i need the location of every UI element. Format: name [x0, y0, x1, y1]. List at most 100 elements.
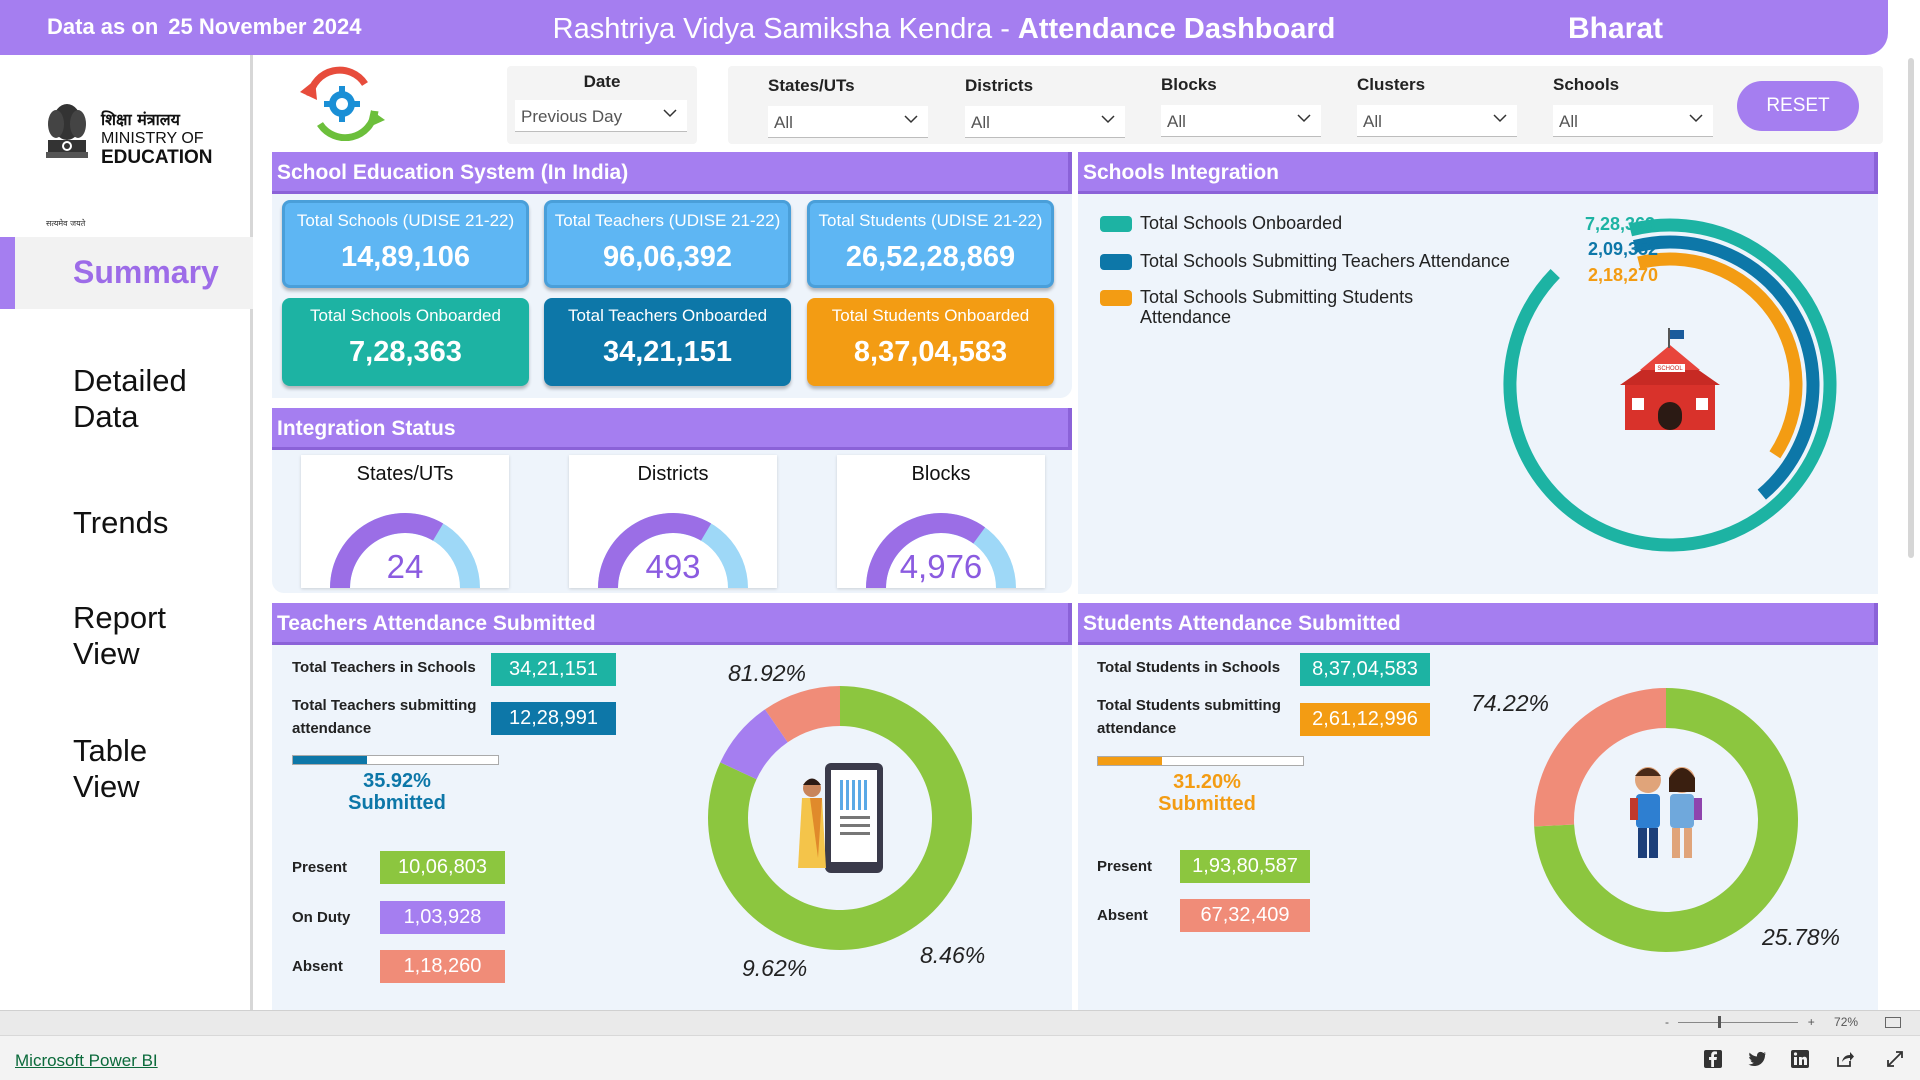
- legend-label: Total Schools Submitting Teachers Attend…: [1140, 251, 1510, 271]
- expand-icon[interactable]: [1885, 1049, 1905, 1069]
- nav-detailed-data[interactable]: Detailed Data: [73, 363, 187, 435]
- chevron-down-icon: [1689, 114, 1703, 123]
- kpi-label: Total Schools (UDISE 21-22): [296, 211, 515, 230]
- nav-report-label-1: Report: [73, 600, 167, 635]
- zoom-out-button[interactable]: -: [1665, 1015, 1669, 1029]
- gauge-districts: Districts 493: [569, 455, 777, 588]
- states-dropdown[interactable]: All: [768, 106, 928, 138]
- emblem-icon: [46, 104, 88, 158]
- gauge-blocks: Blocks 4,976: [837, 455, 1045, 588]
- students-progress-bar: [1097, 756, 1304, 766]
- districts-filter: Districts All: [965, 76, 1125, 138]
- nav-table-view[interactable]: Table View: [73, 733, 147, 805]
- linkedin-icon[interactable]: [1790, 1049, 1810, 1069]
- date-dropdown[interactable]: Previous Day: [515, 100, 687, 132]
- teachers-absent-label: Absent: [292, 958, 343, 975]
- nav-report-view[interactable]: Report View: [73, 600, 166, 672]
- blocks-dropdown[interactable]: All: [1161, 105, 1321, 137]
- kpi-label: Total Students Onboarded: [831, 306, 1030, 325]
- blocks-filter-label: Blocks: [1161, 75, 1217, 94]
- students-attendance-title: Students Attendance Submitted: [1078, 603, 1878, 645]
- arc-value-students: 2,18,270: [1588, 265, 1659, 285]
- clusters-dropdown[interactable]: All: [1357, 105, 1517, 137]
- kpi-schools-onboarded: Total Schools Onboarded 7,28,363: [282, 298, 529, 386]
- gauge-value: 493: [645, 548, 701, 585]
- teachers-donut-onduty-label: 8.46%: [920, 942, 986, 968]
- zoom-slider[interactable]: [1678, 1016, 1799, 1029]
- sidebar: शिक्षा मंत्रालय MINISTRY OF EDUCATION सत…: [0, 55, 253, 1010]
- twitter-icon[interactable]: [1747, 1049, 1767, 1069]
- schools-filter: Schools All: [1553, 75, 1713, 137]
- chevron-down-icon: [1493, 114, 1507, 123]
- districts-filter-label: Districts: [965, 76, 1034, 95]
- kpi-value: 34,21,151: [602, 336, 732, 368]
- nav-detailed-label-2: Data: [73, 399, 139, 434]
- date-filter-label: Date: [583, 72, 621, 91]
- kpi-value: 14,89,106: [340, 241, 470, 273]
- share-icon[interactable]: [1835, 1049, 1855, 1069]
- arc-value-teachers: 2,09,352: [1588, 239, 1659, 259]
- zoom-slider-thumb[interactable]: [1718, 1016, 1722, 1029]
- schools-dropdown[interactable]: All: [1553, 105, 1713, 137]
- teachers-progress-fill: [293, 756, 367, 764]
- kpi-total-teachers: Total Teachers (UDISE 21-22) 96,06,392: [544, 200, 791, 288]
- teachers-absent-value: 1,18,260: [380, 950, 505, 983]
- attendance-app-logo-icon: [300, 66, 385, 141]
- legend-swatch: [1100, 254, 1132, 270]
- clusters-filter-label: Clusters: [1357, 75, 1426, 94]
- states-filter-label: States/UTs: [768, 76, 855, 95]
- students-progress-fill: [1098, 757, 1162, 765]
- vertical-scrollbar[interactable]: [1908, 58, 1914, 558]
- legend-swatch: [1100, 216, 1132, 232]
- gauge-title: States/UTs: [356, 463, 454, 485]
- students-illustration-icon: [1630, 767, 1702, 858]
- teachers-present-label: Present: [292, 859, 348, 876]
- nav-trends[interactable]: Trends: [73, 505, 168, 541]
- label-line-2: attendance: [292, 720, 372, 737]
- schools-dropdown-value: All: [1559, 112, 1578, 131]
- zoom-in-button[interactable]: +: [1808, 1015, 1815, 1029]
- label-line-1: Total Students submitting: [1097, 697, 1281, 714]
- kpi-label: Total Students (UDISE 21-22): [818, 211, 1043, 230]
- nav-summary[interactable]: Summary: [0, 237, 253, 309]
- students-donut-absent-label: 25.78%: [1762, 924, 1841, 950]
- teachers-onduty-value: 1,03,928: [380, 901, 505, 934]
- districts-dropdown[interactable]: All: [965, 106, 1125, 138]
- teachers-progress-bar: [292, 755, 499, 765]
- teachers-present-value: 10,06,803: [380, 851, 505, 884]
- gauge-value: 4,976: [899, 548, 983, 585]
- students-donut-present-label: 74.22%: [1471, 690, 1550, 716]
- students-pct: 31.20% Submitted: [1097, 771, 1317, 815]
- gauge-title: Blocks: [911, 463, 971, 485]
- ministry-logo: शिक्षा मंत्रालय MINISTRY OF EDUCATION सत…: [42, 100, 232, 228]
- nav-report-label-2: View: [73, 636, 140, 671]
- arc-value-onboarded: 7,28,363: [1585, 214, 1656, 234]
- clusters-dropdown-value: All: [1363, 112, 1382, 131]
- kpi-value: 8,37,04,583: [853, 336, 1008, 368]
- title-dashboard: Attendance Dashboard: [1017, 13, 1336, 45]
- date-filter: Date Previous Day: [507, 66, 697, 144]
- school-sign-label: SCHOOL: [1657, 366, 1683, 372]
- school-system-title: School Education System (In India): [272, 152, 1072, 194]
- zoom-control: - + 72%: [1665, 1015, 1902, 1029]
- kpi-teachers-onboarded: Total Teachers Onboarded 34,21,151: [544, 298, 791, 386]
- students-present-label: Present: [1097, 858, 1153, 875]
- kpi-value: 26,52,28,869: [845, 241, 1016, 273]
- legend-label: Total Schools Submitting Students Attend…: [1140, 287, 1414, 327]
- fit-to-page-icon[interactable]: [1885, 1017, 1902, 1029]
- students-total-value: 8,37,04,583: [1300, 653, 1430, 686]
- chevron-down-icon: [1101, 115, 1115, 124]
- gauge-value: 24: [386, 548, 424, 585]
- zoom-level: 72%: [1834, 1015, 1859, 1029]
- teachers-total-value: 34,21,151: [491, 653, 616, 686]
- kpi-label: Total Teachers Onboarded: [567, 306, 768, 325]
- blocks-filter: Blocks All: [1161, 75, 1321, 137]
- teachers-donut-absent-label: 9.62%: [742, 955, 808, 981]
- facebook-icon[interactable]: [1703, 1049, 1723, 1069]
- reset-button[interactable]: RESET: [1737, 81, 1859, 131]
- nav-table-label-1: Table: [73, 733, 148, 768]
- students-submitting-label: Total Students submitting attendance: [1097, 694, 1281, 740]
- powerbi-link[interactable]: Microsoft Power BI: [15, 1051, 158, 1071]
- students-absent-value: 67,32,409: [1180, 899, 1310, 932]
- states-dropdown-value: All: [774, 113, 793, 132]
